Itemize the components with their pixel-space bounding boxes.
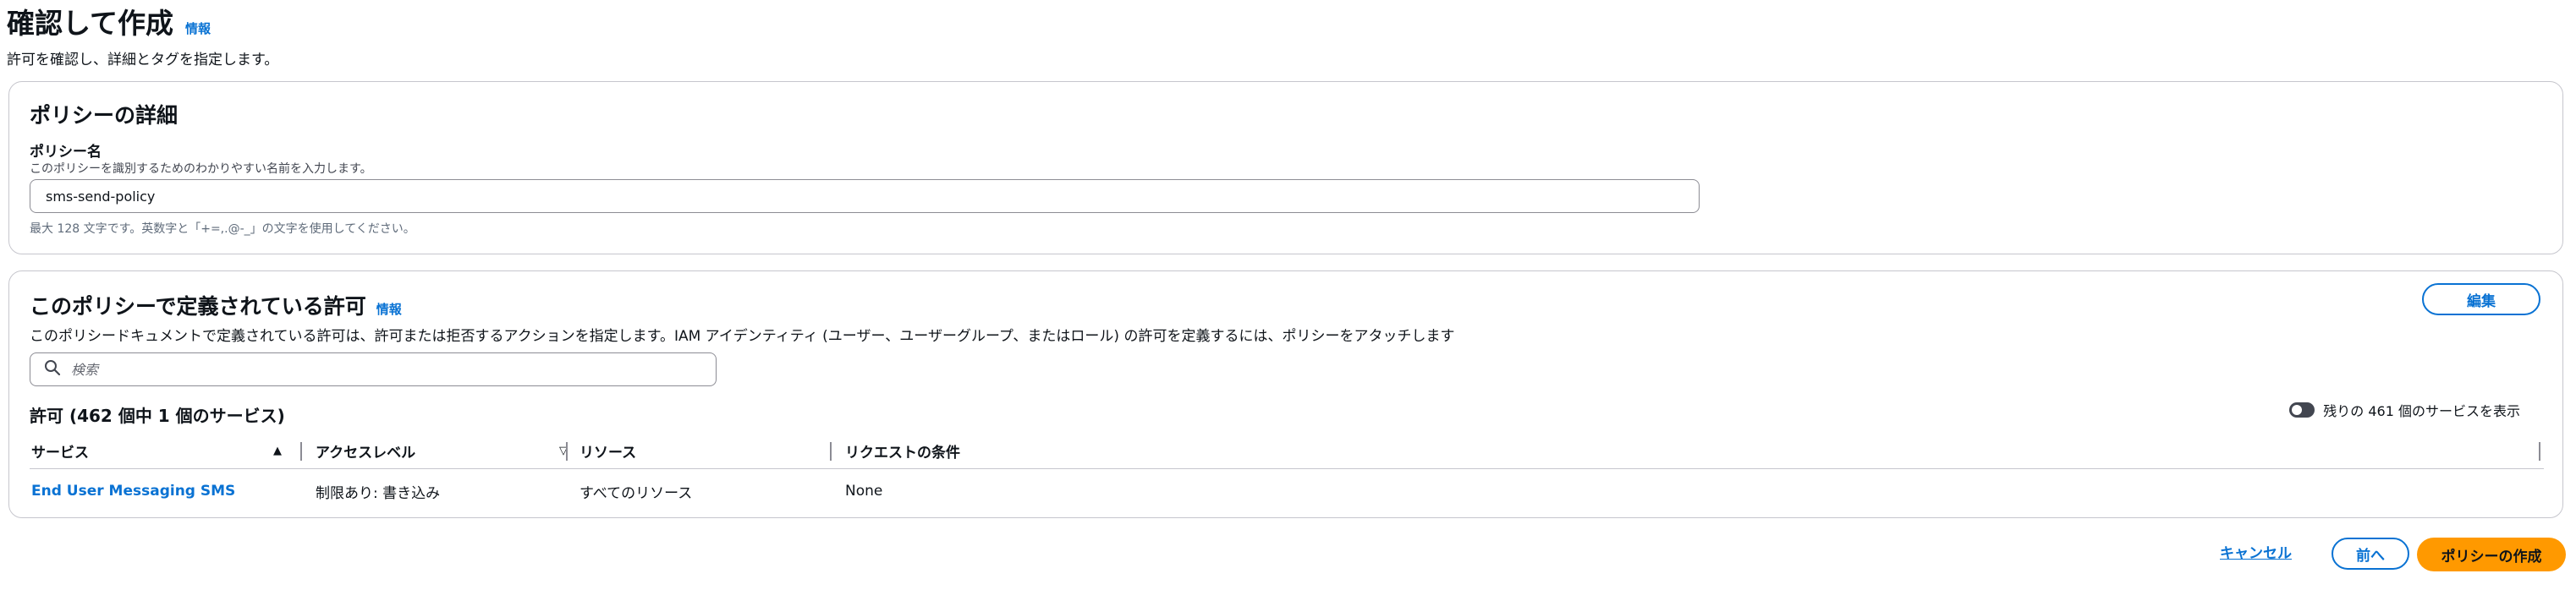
page-description: 許可を確認し、詳細とタグを指定します。 bbox=[7, 52, 279, 68]
column-divider[interactable] bbox=[566, 442, 568, 461]
search-icon bbox=[44, 359, 61, 380]
show-remaining-toggle[interactable] bbox=[2289, 402, 2315, 418]
show-remaining-toggle-group: 残りの 461 個のサービスを表示 bbox=[2289, 400, 2520, 420]
policy-name-input[interactable] bbox=[30, 179, 1700, 213]
permissions-description: このポリシードキュメントで定義されている許可は、許可または拒否するアクションを指… bbox=[30, 328, 1455, 345]
page: 確認して作成 情報 許可を確認し、詳細とタグを指定します。 ポリシーの詳細 ポリ… bbox=[0, 0, 2576, 590]
policy-name-constraint: 最大 128 文字です。英数字と「+=,.@-_」の文字を使用してください。 bbox=[30, 222, 415, 236]
resource-cell: すべてのリソース bbox=[579, 484, 693, 502]
sort-ascending-icon: ▲ bbox=[273, 444, 282, 457]
previous-button[interactable]: 前へ bbox=[2332, 538, 2409, 570]
column-divider[interactable] bbox=[300, 442, 302, 461]
permissions-table: サービス ▲ アクセスレベル ▽ リソース リクエストの条件 End User … bbox=[30, 432, 2544, 513]
column-divider[interactable] bbox=[2539, 442, 2540, 461]
condition-cell: None bbox=[845, 483, 883, 500]
service-link[interactable]: End User Messaging SMS bbox=[31, 469, 235, 513]
page-header: 確認して作成 情報 許可を確認し、詳細とタグを指定します。 bbox=[7, 5, 278, 68]
cancel-button[interactable]: キャンセル bbox=[2220, 541, 2292, 562]
permissions-container: このポリシーで定義されている許可 情報 このポリシードキュメントで定義されている… bbox=[8, 270, 2563, 518]
create-policy-button[interactable]: ポリシーの作成 bbox=[2417, 538, 2566, 571]
policy-name-description: このポリシーを識別するためのわかりやすい名前を入力します。 bbox=[30, 162, 372, 176]
table-row: End User Messaging SMS 制限あり: 書き込み すべてのリソ… bbox=[30, 469, 2544, 513]
permissions-info-link[interactable]: 情報 bbox=[376, 300, 402, 318]
header-info-link[interactable]: 情報 bbox=[185, 19, 211, 37]
policy-details-container: ポリシーの詳細 ポリシー名 このポリシーを識別するためのわかりやすい名前を入力し… bbox=[8, 81, 2563, 254]
edit-button[interactable]: 編集 bbox=[2422, 283, 2540, 315]
permissions-title: このポリシーで定義されている許可 bbox=[30, 294, 366, 319]
column-resource-label: リソース bbox=[579, 444, 637, 462]
access-level-cell: 制限あり: 書き込み bbox=[316, 484, 441, 502]
column-access-level-label: アクセスレベル bbox=[316, 444, 416, 462]
policy-name-label: ポリシー名 bbox=[30, 144, 102, 161]
permissions-count-title: 許可 (462 個中 1 個のサービス) bbox=[30, 406, 285, 426]
search-box[interactable] bbox=[30, 352, 717, 386]
column-header-service[interactable]: サービス ▲ bbox=[30, 432, 292, 469]
column-condition-label: リクエストの条件 bbox=[845, 444, 960, 462]
policy-details-title: ポリシーの詳細 bbox=[30, 103, 179, 128]
page-title: 確認して作成 bbox=[7, 7, 174, 40]
title-row: 確認して作成 情報 bbox=[7, 5, 278, 42]
column-service-label: サービス bbox=[31, 444, 89, 462]
column-header-resource: リソース bbox=[578, 432, 823, 469]
column-divider[interactable] bbox=[830, 442, 832, 461]
search-input[interactable] bbox=[71, 361, 663, 378]
table-header: サービス ▲ アクセスレベル ▽ リソース リクエストの条件 bbox=[30, 432, 2544, 469]
permissions-title-row: このポリシーで定義されている許可 情報 bbox=[30, 290, 402, 320]
show-remaining-label: 残りの 461 個のサービスを表示 bbox=[2323, 403, 2520, 419]
column-header-condition: リクエストの条件 bbox=[843, 432, 2451, 469]
column-header-access-level[interactable]: アクセスレベル ▽ bbox=[314, 432, 568, 469]
